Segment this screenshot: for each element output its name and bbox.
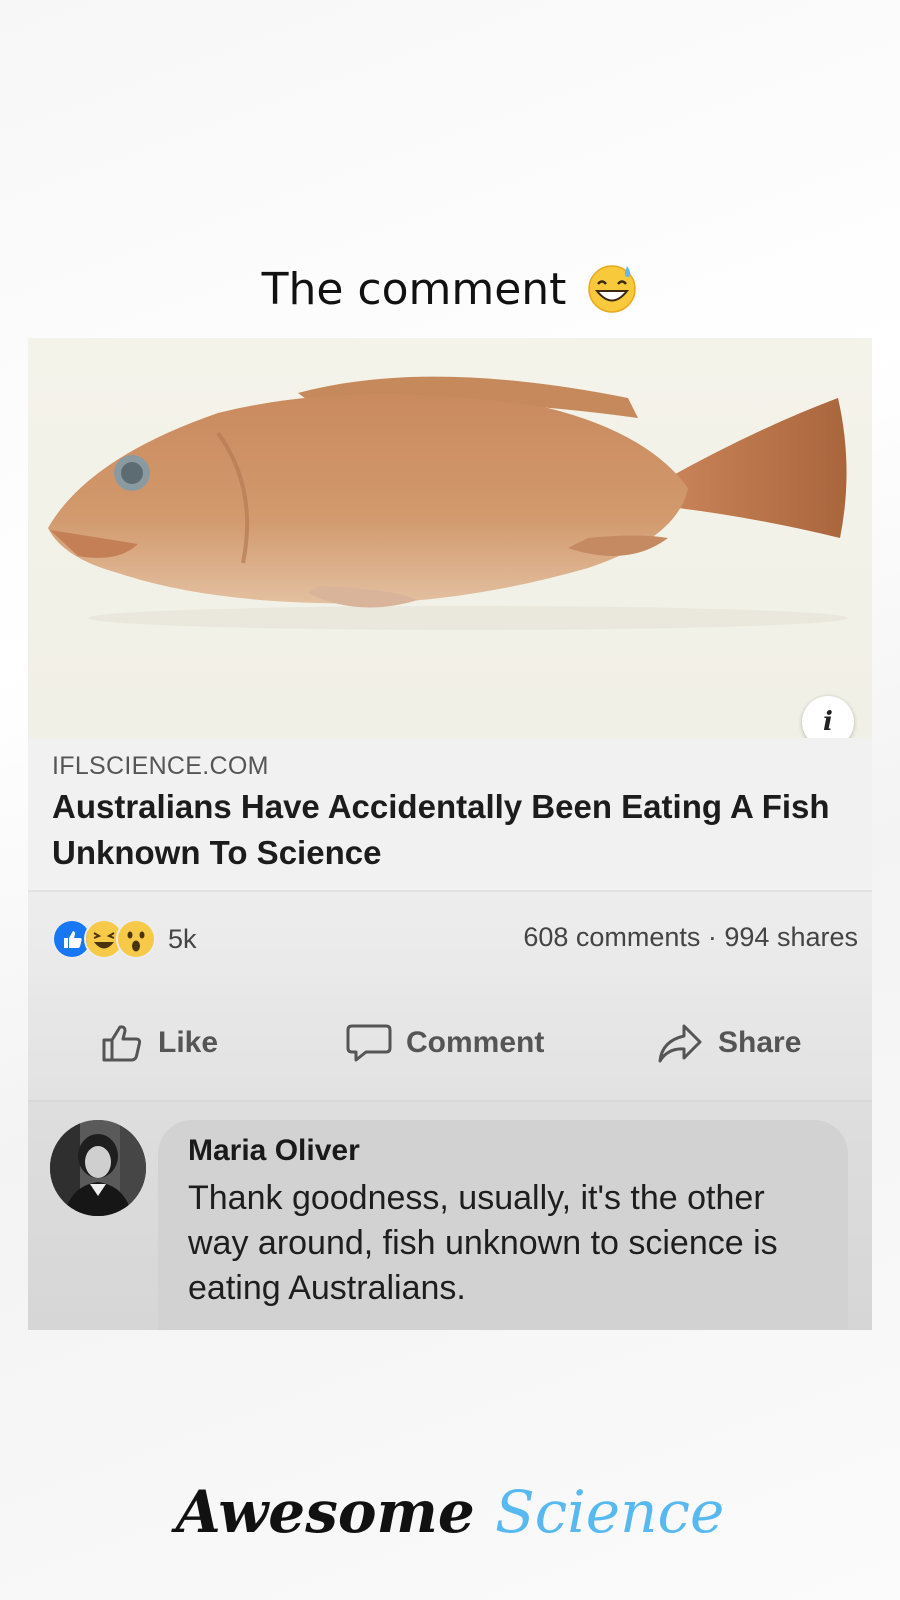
wow-reaction-icon xyxy=(116,919,156,959)
post-stats: 5k 608 comments · 994 shares xyxy=(28,892,872,984)
post-image[interactable]: i xyxy=(28,338,872,748)
brand-word-1: Awesome xyxy=(175,1478,475,1546)
speech-bubble-icon xyxy=(346,1024,392,1062)
commenter-photo xyxy=(50,1120,146,1216)
post-actions: Like Comment Share xyxy=(28,984,872,1102)
comment-thread: Maria Oliver Thank goodness, usually, it… xyxy=(28,1102,872,1330)
share-button[interactable]: Share xyxy=(656,1022,801,1064)
grinning-face-with-sweat-icon xyxy=(586,262,638,314)
brand-word-2: Science xyxy=(495,1478,725,1546)
like-button[interactable]: Like xyxy=(100,1022,218,1064)
thumbs-up-icon xyxy=(102,1025,142,1062)
link-headline[interactable]: Australians Have Accidentally Been Eatin… xyxy=(52,784,842,876)
link-preview[interactable]: IFLSCIENCE.COM Australians Have Accident… xyxy=(28,738,872,890)
share-arrow-icon xyxy=(658,1024,702,1063)
grouper-fish-photo xyxy=(48,376,848,630)
link-domain: IFLSCIENCE.COM xyxy=(52,752,269,780)
like-label: Like xyxy=(158,1026,219,1059)
facebook-post-card: i IFLSCIENCE.COM Australians Have Accide… xyxy=(28,338,872,1330)
reaction-count: 5k xyxy=(168,923,197,954)
comment-label: Comment xyxy=(406,1026,545,1059)
avatar[interactable] xyxy=(50,1120,146,1216)
reaction-summary[interactable]: 5k xyxy=(52,919,197,959)
comment-bubble[interactable]: Maria Oliver Thank goodness, usually, it… xyxy=(158,1120,848,1330)
comment-button[interactable]: Comment xyxy=(346,1022,544,1064)
comment-author[interactable]: Maria Oliver xyxy=(188,1134,360,1168)
comment-text: Thank goodness, usually, it's the other … xyxy=(188,1179,778,1307)
meme-caption: The comment xyxy=(0,262,900,315)
caption-text: The comment xyxy=(261,264,567,315)
brand-logo: Awesome Science xyxy=(0,1478,900,1546)
share-label: Share xyxy=(718,1026,802,1059)
comments-shares-count[interactable]: 608 comments · 994 shares xyxy=(523,922,858,953)
